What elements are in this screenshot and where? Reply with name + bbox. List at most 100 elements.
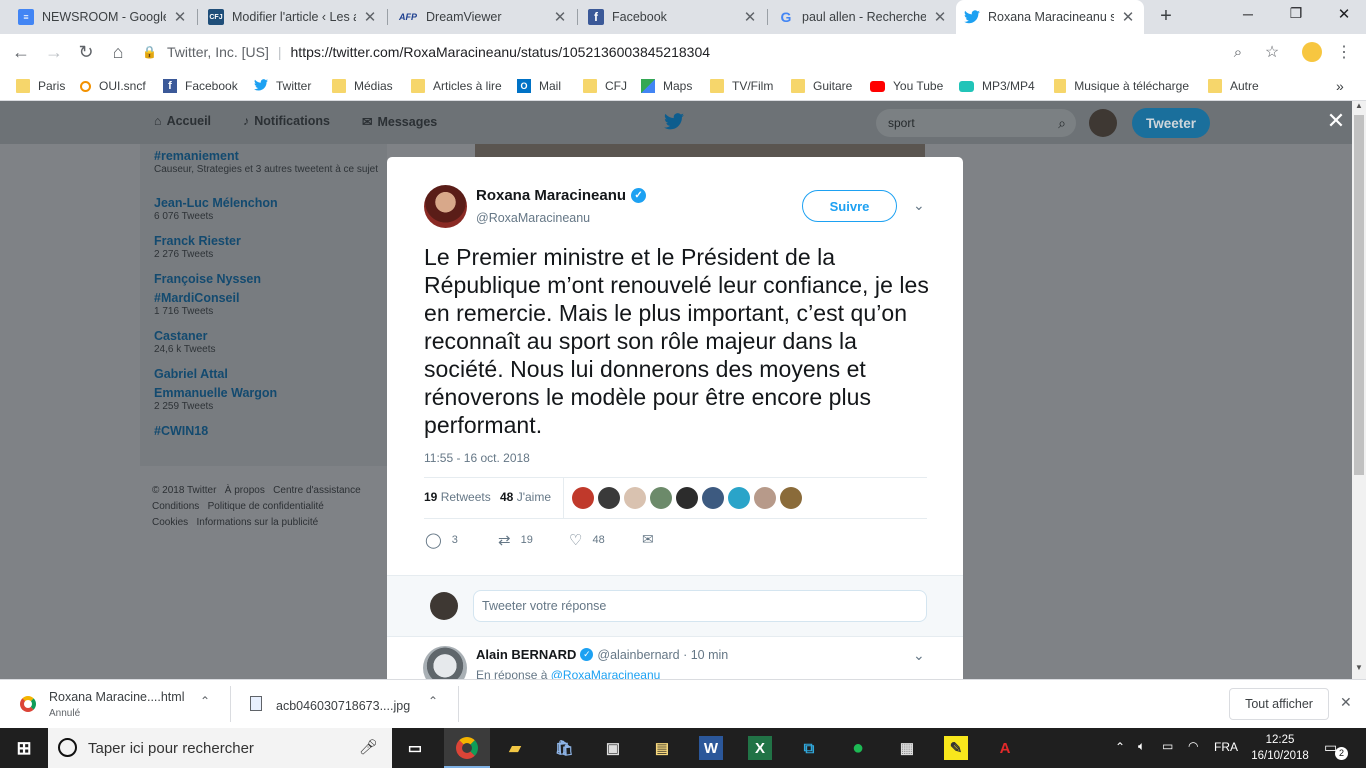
close-icon[interactable]: ✕ bbox=[742, 8, 758, 26]
follow-button[interactable]: Suivre bbox=[802, 190, 897, 222]
user-avatar[interactable] bbox=[1089, 109, 1117, 137]
download-item[interactable]: Roxana Maracine....html Annulé ⌃ bbox=[10, 686, 230, 724]
spotify-icon[interactable]: ● bbox=[846, 736, 870, 760]
close-modal-icon[interactable]: ✕ bbox=[1324, 109, 1348, 133]
search-icon[interactable]: ⌕ bbox=[1058, 115, 1066, 132]
bookmark-autre[interactable]: Autre bbox=[1208, 76, 1259, 96]
bookmark-medias[interactable]: Médias bbox=[332, 76, 393, 96]
tab-twitter-active[interactable]: Roxana Maracineanu su ✕ bbox=[956, 0, 1144, 34]
forward-button[interactable]: → bbox=[42, 40, 66, 64]
store-icon[interactable]: 🛍︎ bbox=[552, 736, 576, 760]
sticky-notes-icon[interactable]: ✎ bbox=[944, 736, 968, 760]
user-avatar[interactable] bbox=[430, 592, 458, 620]
back-button[interactable]: ← bbox=[9, 40, 33, 64]
bookmark-maps[interactable]: Maps bbox=[641, 76, 692, 96]
author-avatar[interactable] bbox=[424, 185, 467, 228]
twitter-logo-icon[interactable] bbox=[664, 113, 684, 133]
trend-item[interactable]: Françoise Nyssen bbox=[154, 272, 379, 286]
menu-icon[interactable]: ⋮ bbox=[1332, 40, 1356, 64]
scrollbar-thumb[interactable] bbox=[1354, 115, 1364, 475]
taskbar-search-input[interactable]: Taper ici pour rechercher 🎤︎ bbox=[48, 728, 392, 768]
footer-link[interactable]: Politique de confidentialité bbox=[208, 501, 324, 512]
bookmark-star-icon[interactable]: ☆ bbox=[1260, 40, 1284, 64]
bookmark-oui-sncf[interactable]: OUI.sncf bbox=[80, 76, 146, 96]
bookmark-youtube[interactable]: You Tube bbox=[870, 76, 943, 96]
author-name[interactable]: Roxana Maracineanu ✓ bbox=[476, 187, 647, 204]
show-all-button[interactable]: Tout afficher bbox=[1229, 688, 1329, 720]
clock[interactable]: 12:25 16/10/2018 bbox=[1250, 732, 1310, 764]
liker-avatar[interactable] bbox=[598, 487, 620, 509]
direct-message-action[interactable]: ✉ bbox=[642, 531, 654, 548]
windows-start-icon[interactable]: ⊞ bbox=[12, 736, 36, 760]
footer-link[interactable]: © 2018 Twitter bbox=[152, 485, 216, 496]
task-view-icon[interactable]: ▭ bbox=[403, 736, 427, 760]
chevron-up-icon[interactable]: ⌃ bbox=[428, 694, 438, 708]
bookmark-twitter[interactable]: Twitter bbox=[254, 76, 311, 96]
footer-link[interactable]: À propos bbox=[225, 485, 265, 496]
chevron-up-icon[interactable]: ⌃ bbox=[200, 694, 210, 708]
language-indicator[interactable]: FRA bbox=[1214, 740, 1238, 754]
close-icon[interactable]: ✕ bbox=[1120, 8, 1136, 26]
tab-google-search[interactable]: G paul allen - Recherche G ✕ bbox=[770, 0, 956, 34]
trend-item[interactable]: Gabriel Attal bbox=[154, 367, 379, 381]
likes-stat[interactable]: 48 J'aime bbox=[500, 490, 551, 504]
profile-avatar[interactable] bbox=[1300, 40, 1324, 64]
tab-modifier-article[interactable]: CFJ Modifier l'article ‹ Les a ✕ bbox=[200, 0, 386, 34]
taskbar-chrome[interactable] bbox=[444, 728, 490, 768]
tweet-button[interactable]: Tweeter bbox=[1132, 108, 1210, 138]
bookmark-musique[interactable]: Musique à télécharge bbox=[1054, 76, 1189, 96]
trend-item[interactable]: #CWIN18 bbox=[154, 424, 379, 438]
tab-dreamviewer[interactable]: AFP DreamViewer ✕ bbox=[390, 0, 576, 34]
acrobat-icon[interactable]: A bbox=[993, 736, 1017, 760]
close-icon[interactable]: ✕ bbox=[932, 8, 948, 26]
tab-newsroom[interactable]: ≡ NEWSROOM - Google ✕ bbox=[10, 0, 196, 34]
home-button[interactable]: ⌂ bbox=[106, 40, 130, 64]
more-bookmarks-icon[interactable]: » bbox=[1336, 76, 1344, 96]
trend-item[interactable]: #MardiConseil 1 716 Tweets bbox=[154, 291, 379, 318]
media-icon[interactable]: ▣ bbox=[601, 736, 625, 760]
bookmark-paris[interactable]: Paris bbox=[16, 76, 65, 96]
liker-avatar[interactable] bbox=[572, 487, 594, 509]
trend-item[interactable]: Castaner 24,6 k Tweets bbox=[154, 329, 379, 356]
mention-link[interactable]: @RoxaMaracineanu bbox=[551, 668, 661, 679]
calculator-icon[interactable]: ▦ bbox=[895, 736, 919, 760]
liker-avatar[interactable] bbox=[650, 487, 672, 509]
word-icon[interactable]: W bbox=[699, 736, 723, 760]
tweet-timestamp[interactable]: 11:55 - 16 oct. 2018 bbox=[424, 451, 530, 465]
bookmark-tv-film[interactable]: TV/Film bbox=[710, 76, 773, 96]
footer-link[interactable]: Conditions bbox=[152, 501, 199, 512]
reply-author-handle[interactable]: @alainbernard bbox=[597, 648, 679, 662]
microphone-icon[interactable]: 🎤︎ bbox=[359, 738, 378, 756]
liker-avatar[interactable] bbox=[754, 487, 776, 509]
chevron-down-icon[interactable]: ⌄ bbox=[913, 647, 925, 664]
page-scrollbar[interactable]: ▲ ▼ bbox=[1352, 101, 1366, 679]
trend-item[interactable]: Jean-Luc Mélenchon 6 076 Tweets bbox=[154, 196, 379, 223]
liker-avatar[interactable] bbox=[624, 487, 646, 509]
bookmark-articles[interactable]: Articles à lire bbox=[411, 76, 502, 96]
author-handle[interactable]: @RoxaMaracineanu bbox=[476, 211, 590, 225]
retweet-action[interactable]: ⇄ 19 bbox=[498, 531, 533, 549]
retweets-stat[interactable]: 19 Retweets bbox=[424, 490, 491, 504]
like-action[interactable]: ♡ 48 bbox=[569, 531, 605, 549]
close-icon[interactable]: ✕ bbox=[172, 8, 188, 26]
bookmark-cfj[interactable]: CFJ bbox=[583, 76, 627, 96]
battery-icon[interactable]: ▭ bbox=[1162, 739, 1173, 753]
volume-icon[interactable]: 🔈︎ bbox=[1138, 739, 1145, 754]
trend-item[interactable]: #remaniement Causeur, Strategies et 3 aut… bbox=[154, 149, 379, 176]
reload-button[interactable]: ↻ bbox=[74, 40, 98, 64]
liker-avatar[interactable] bbox=[676, 487, 698, 509]
reply-action[interactable]: ◯ 3 bbox=[425, 531, 458, 549]
close-icon[interactable]: ✕ bbox=[362, 8, 378, 26]
wifi-icon[interactable]: ◠ bbox=[1188, 739, 1198, 753]
remote-desktop-icon[interactable]: ⧉ bbox=[797, 736, 821, 760]
liker-avatar[interactable] bbox=[702, 487, 724, 509]
bookmark-mail[interactable]: O Mail bbox=[517, 76, 561, 96]
reply-author-name[interactable]: Alain BERNARD bbox=[476, 647, 576, 662]
trend-item[interactable]: Franck Riester 2 276 Tweets bbox=[154, 234, 379, 261]
trend-item[interactable]: Emmanuelle Wargon 2 259 Tweets bbox=[154, 386, 379, 413]
bookmark-mp3[interactable]: MP3/MP4 bbox=[959, 76, 1035, 96]
bookmark-guitare[interactable]: Guitare bbox=[791, 76, 852, 96]
footer-link[interactable]: Cookies bbox=[152, 517, 188, 528]
close-downloads-icon[interactable]: ✕ bbox=[1340, 694, 1352, 711]
liker-avatar[interactable] bbox=[780, 487, 802, 509]
